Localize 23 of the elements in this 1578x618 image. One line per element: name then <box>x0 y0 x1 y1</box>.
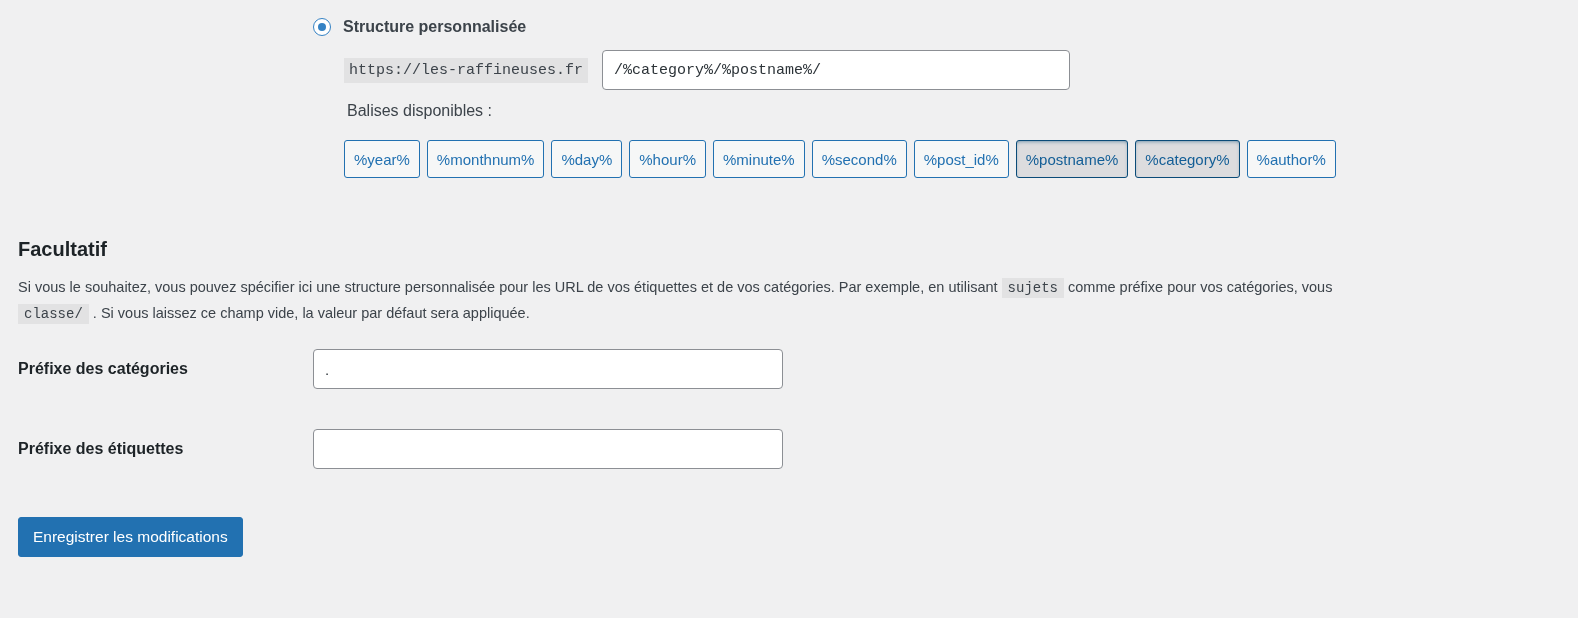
tag-button[interactable]: %monthnum% <box>426 140 545 178</box>
radio-label: Structure personnalisée <box>343 18 527 36</box>
description-text: classe/ . Si vous laissez ce champ vide, la valeur par défaut sera appliquée. <box>18 301 1578 327</box>
base-url: https://les-raffineuses.fr <box>344 57 589 83</box>
save-button[interactable]: Enregistrer les modifications <box>18 517 243 557</box>
structure-input-field[interactable]: /%category%/%postname%/ <box>602 50 1071 90</box>
description-text: Si vous le souhaitez, vous pouvez spécifier ici une structure personnalisée pour les URL de vos étiquettes et de vos catégories. Par exemple, en utilisant sujets comme préfixe pour vos catégories, vous <box>18 277 1334 300</box>
tag-button[interactable]: %minute% <box>712 140 805 178</box>
tag-button[interactable]: %year% <box>344 140 420 178</box>
tag-button[interactable]: %postname% <box>1015 140 1129 178</box>
tag-button[interactable]: %post_id% <box>913 140 1009 178</box>
tag-button[interactable]: %author% <box>1246 140 1336 178</box>
tag-button[interactable]: %hour% <box>629 140 706 178</box>
field-label: Préfixe des catégories <box>18 360 189 378</box>
radio-button[interactable] <box>313 18 331 36</box>
tag-button[interactable]: %day% <box>551 140 623 178</box>
input-field[interactable] <box>313 429 783 469</box>
tags-label: Balises disponibles : <box>347 102 493 120</box>
field-label: Préfixe des étiquettes <box>18 440 185 458</box>
tag-button[interactable]: %second% <box>811 140 907 178</box>
tag-button[interactable]: %category% <box>1135 140 1240 178</box>
section-title: Facultatif <box>18 238 108 261</box>
input-field[interactable]: . <box>313 349 783 389</box>
